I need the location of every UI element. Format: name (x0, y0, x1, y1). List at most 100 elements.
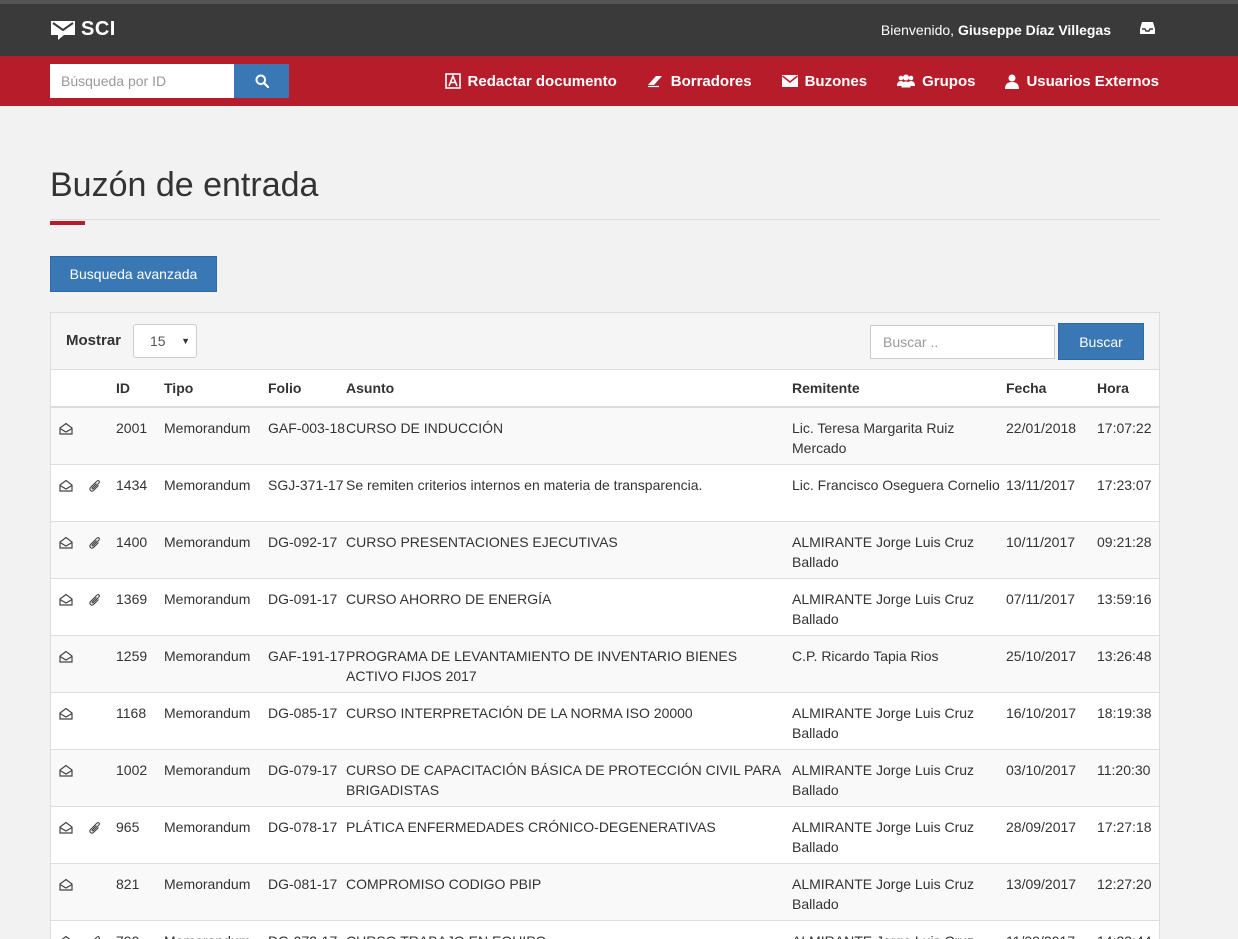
show-label: Mostrar (66, 332, 122, 349)
envelope-open-icon[interactable] (59, 591, 73, 611)
cell-id[interactable]: 1259 (116, 635, 164, 693)
advanced-search-button[interactable]: Busqueda avanzada (50, 256, 217, 292)
envelope-open-icon[interactable] (59, 705, 73, 725)
cell-time: 18:19:38 (1097, 692, 1159, 750)
nav-groups[interactable]: Grupos (897, 73, 975, 90)
table-row[interactable]: 965 Memorandum DG-078-17 PLÁTICA ENFERMEDAD… (51, 806, 1159, 864)
cell-type: Memorandum (164, 635, 268, 693)
nav-external-users[interactable]: Usuarios Externos (1005, 73, 1159, 90)
cell-folio: DG-081-17 (268, 863, 346, 921)
cell-subject[interactable]: CURSO INTERPRETACIÓN DE LA NORMA ISO 200… (346, 692, 792, 750)
col-date[interactable]: Fecha (1006, 370, 1097, 408)
cell-id[interactable]: 965 (116, 806, 164, 864)
cell-id[interactable]: 1369 (116, 578, 164, 636)
title-accent-bar (50, 221, 85, 225)
cell-type: Memorandum (164, 578, 268, 636)
cell-sender: ALMIRANTE Jorge Luis Cruz Ballado (792, 521, 1006, 579)
cell-subject[interactable]: PLÁTICA ENFERMEDADES CRÓNICO-DEGENERATIV… (346, 806, 792, 864)
cell-id[interactable]: 1168 (116, 692, 164, 750)
inbox-panel: Mostrar 15 ▼ Buscar .. Buscar ID Tipo Fo… (50, 312, 1160, 939)
id-search-input[interactable]: Búsqueda por ID (50, 64, 234, 98)
envelope-open-icon[interactable] (59, 648, 73, 668)
paperclip-icon[interactable] (89, 933, 101, 939)
cell-folio: GAF-003-18 (268, 407, 346, 465)
paperclip-icon[interactable] (89, 591, 101, 611)
paperclip-icon[interactable] (89, 534, 101, 554)
cell-subject[interactable]: PROGRAMA DE LEVANTAMIENTO DE INVENTARIO … (346, 635, 792, 693)
cell-subject[interactable]: CURSO DE CAPACITACIÓN BÁSICA DE PROTECCI… (346, 749, 792, 807)
cell-folio: SGJ-371-17 (268, 464, 346, 522)
app-logo[interactable]: SCI (50, 18, 116, 41)
cell-date: 13/11/2017 (1006, 464, 1097, 522)
col-subject[interactable]: Asunto (346, 370, 792, 408)
cell-id[interactable]: 799 (116, 920, 164, 939)
top-bar: SCI Bienvenido, Giuseppe Díaz Villegas (0, 0, 1238, 56)
table-search-button[interactable]: Buscar (1058, 323, 1144, 360)
col-type[interactable]: Tipo (164, 370, 268, 408)
nav-groups-label: Grupos (922, 72, 976, 90)
eraser-icon (647, 76, 662, 88)
page-title: Buzón de entrada (50, 166, 319, 204)
cell-sender: ALMIRANTE Jorge Luis Cruz Ballado (792, 920, 1006, 939)
cell-sender: ALMIRANTE Jorge Luis Cruz Ballado (792, 806, 1006, 864)
cell-id[interactable]: 1434 (116, 464, 164, 522)
cell-id[interactable]: 1002 (116, 749, 164, 807)
table-row[interactable]: 1400 Memorandum DG-092-17 CURSO PRESENTACIO… (51, 521, 1159, 579)
nav-mailboxes[interactable]: Buzones (781, 73, 867, 90)
envelope-open-icon[interactable] (59, 534, 73, 554)
cell-time: 13:26:48 (1097, 635, 1159, 693)
cell-date: 10/11/2017 (1006, 521, 1097, 579)
table-row[interactable]: 821 Memorandum DG-081-17 COMPROMISO CODIGO … (51, 863, 1159, 921)
envelope-open-icon[interactable] (59, 876, 73, 896)
welcome-prefix: Bienvenido, (880, 22, 958, 38)
cell-date: 11/09/2017 (1006, 920, 1097, 939)
col-status (51, 370, 89, 408)
cell-id[interactable]: 1400 (116, 521, 164, 579)
page-size-select[interactable]: 15 ▼ (133, 324, 197, 358)
col-id[interactable]: ID (116, 370, 164, 408)
welcome-message: Bienvenido, Giuseppe Díaz Villegas (881, 22, 1111, 38)
envelope-open-icon[interactable] (59, 420, 73, 440)
paperclip-icon[interactable] (89, 477, 101, 497)
col-sender[interactable]: Remitente (792, 370, 1006, 408)
user-name[interactable]: Giuseppe Díaz Villegas (958, 22, 1111, 38)
table-row[interactable]: 2001 Memorandum GAF-003-18 CURSO DE INDUCCI… (51, 407, 1159, 465)
cell-date: 03/10/2017 (1006, 749, 1097, 807)
inbox-icon[interactable] (1140, 21, 1155, 35)
cell-id[interactable]: 821 (116, 863, 164, 921)
nav-drafts[interactable]: Borradores (647, 73, 752, 90)
envelope-open-icon[interactable] (59, 762, 73, 782)
cell-folio: DG-072-17 (268, 920, 346, 939)
cell-subject[interactable]: CURSO TRABAJO EN EQUIPO (346, 920, 792, 939)
cell-subject[interactable]: CURSO AHORRO DE ENERGÍA (346, 578, 792, 636)
col-folio[interactable]: Folio (268, 370, 346, 408)
table-row[interactable]: 1259 Memorandum GAF-191-17 PROGRAMA DE LEVA… (51, 635, 1159, 693)
compose-icon (444, 73, 461, 89)
envelope-open-icon[interactable] (59, 819, 73, 839)
cell-subject[interactable]: COMPROMISO CODIGO PBIP (346, 863, 792, 921)
cell-subject[interactable]: CURSO PRESENTACIONES EJECUTIVAS (346, 521, 792, 579)
cell-subject[interactable]: CURSO DE INDUCCIÓN (346, 407, 792, 465)
cell-time: 12:27:20 (1097, 863, 1159, 921)
table-row[interactable]: 1434 Memorandum SGJ-371-17 Se remiten crite… (51, 464, 1159, 522)
users-icon (897, 74, 916, 88)
table-header-row: ID Tipo Folio Asunto Remitente Fecha Hor… (51, 370, 1159, 408)
table-row[interactable]: 799MemorandumDG-072-17CURSO TRABAJO EN E… (51, 920, 1159, 939)
table-search-input[interactable]: Buscar .. (870, 325, 1055, 359)
envelope-open-icon[interactable] (59, 477, 73, 497)
logo-envelope-icon (51, 20, 75, 40)
cell-date: 28/09/2017 (1006, 806, 1097, 864)
id-search-button[interactable] (234, 64, 289, 98)
table-row[interactable]: 1002 Memorandum DG-079-17 CURSO DE CAPACITA… (51, 749, 1159, 807)
cell-subject[interactable]: Se remiten criterios internos en materia… (346, 464, 792, 522)
paperclip-icon[interactable] (89, 819, 101, 839)
col-time[interactable]: Hora (1097, 370, 1159, 408)
cell-date: 22/01/2018 (1006, 407, 1097, 465)
table-row[interactable]: 1369 Memorandum DG-091-17 CURSO AHORRO DE E… (51, 578, 1159, 636)
cell-id[interactable]: 2001 (116, 407, 164, 465)
cell-type: Memorandum (164, 749, 268, 807)
cell-time: 11:20:30 (1097, 749, 1159, 807)
nav-compose-document[interactable]: Redactar documento (444, 73, 617, 90)
table-row[interactable]: 1168 Memorandum DG-085-17 CURSO INTERPRETAC… (51, 692, 1159, 750)
envelope-open-icon[interactable] (59, 933, 73, 939)
